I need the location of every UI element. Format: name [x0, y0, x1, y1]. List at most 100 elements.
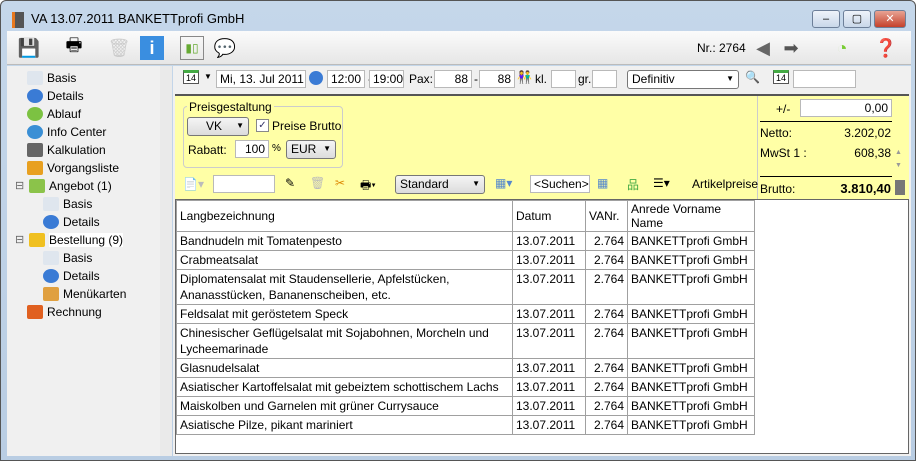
preise-brutto-checkbox[interactable]: ✓	[256, 119, 269, 132]
table-row[interactable]: Chinesischer Geflügelsalat mit Sojabohne…	[176, 323, 755, 359]
new-item-icon[interactable]: 📄▾	[183, 177, 204, 191]
sidebar-item[interactable]: Details	[43, 213, 100, 230]
column-header[interactable]: Datum	[512, 200, 586, 232]
kl-field[interactable]	[551, 70, 576, 88]
comments-icon[interactable]: 💬	[213, 36, 237, 60]
columns-icon[interactable]: ▦▾	[495, 176, 512, 190]
date-field-2[interactable]	[793, 70, 856, 88]
sidebar-item[interactable]: Details	[27, 87, 84, 104]
sidebar-item[interactable]: Basis	[27, 69, 76, 86]
preise-brutto-label: Preise Brutto	[272, 119, 342, 133]
price-type-select[interactable]: VK	[187, 117, 249, 136]
pax-from-field[interactable]: 88	[434, 70, 472, 88]
table-cell: BANKETTprofi GmbH	[627, 415, 755, 435]
totals-scrollbar[interactable]: ▲ ▼	[895, 146, 905, 172]
table-row[interactable]: Maiskolben und Garnelen mit grüner Curry…	[176, 396, 755, 416]
history-clock-icon[interactable]: ◔	[830, 36, 854, 60]
calendar-icon-2[interactable]: 14	[773, 70, 790, 84]
column-header[interactable]: VANr.	[585, 200, 628, 232]
table-row[interactable]: Asiatischer Kartoffelsalat mit gebeiztem…	[176, 377, 755, 397]
table-row[interactable]: Diplomatensalat mit Staudensellerie, Apf…	[176, 269, 755, 305]
print-icon[interactable]: 🖶	[62, 35, 86, 60]
time-to-field[interactable]: 19:00	[369, 70, 404, 88]
forward-arrow-icon[interactable]: ➡	[779, 36, 803, 60]
hierarchy-icon[interactable]: 品	[627, 176, 639, 193]
sidebar-item[interactable]: Menükarten	[43, 285, 126, 302]
status-select[interactable]: Definitiv	[627, 70, 739, 89]
date-dropdown-arrow[interactable]: ▼	[204, 72, 212, 81]
calculator-icon[interactable]	[895, 180, 905, 195]
collapse-toggle-icon[interactable]: ⊟	[15, 233, 24, 246]
table-cell: BANKETTprofi GmbH	[627, 304, 755, 324]
edit-pencil-icon[interactable]: ✎	[285, 176, 295, 190]
record-number: Nr.: 2764	[697, 41, 746, 55]
sidebar-item-label: Basis	[63, 196, 93, 211]
sidebar-item-label: Angebot (1)	[49, 178, 112, 193]
sidebar-item[interactable]: Rechnung	[27, 303, 102, 320]
close-button[interactable]: ✕	[874, 10, 906, 28]
delete-icon[interactable]: 🗑	[107, 36, 131, 60]
table-row[interactable]: Glasnudelsalat 13.07.2011 2.764 BANKETTprof…	[176, 358, 755, 378]
app-window: VA 13.07.2011 BANKETTprofi GmbH – ▢ ✕ 💾 …	[0, 0, 916, 461]
calendar-icon[interactable]: 14	[183, 70, 200, 84]
sidebar-item[interactable]: ⊟ Bestellung (9)	[15, 231, 124, 248]
table-row[interactable]: Crabmeatsalat 13.07.2011 2.764 BANKETTprofi…	[176, 250, 755, 270]
maximize-button[interactable]: ▢	[843, 10, 871, 28]
rabatt-label: Rabatt:	[188, 143, 227, 157]
currency-select[interactable]: EUR	[286, 140, 336, 159]
table-row[interactable]: Bandnudeln mit Tomatenpesto 13.07.2011 2.7…	[176, 231, 755, 251]
tag-icon[interactable]: ✂	[335, 176, 345, 190]
sidebar-item[interactable]: Basis	[43, 249, 92, 266]
event-header-row: 14 ▼ Mi, 13. Jul 2011 12:00 - 19:00 Pax:…	[173, 66, 911, 92]
table-row[interactable]: Asiatische Pilze, pikant mariniert 13.07.…	[176, 415, 755, 435]
export-icon[interactable]: ▦	[597, 176, 608, 190]
sidebar-item[interactable]: Basis	[43, 195, 92, 212]
search-field[interactable]: <Suchen>	[530, 175, 590, 193]
sidebar-item[interactable]: ⊟ Angebot (1)	[15, 177, 112, 194]
children-icon: 👫	[517, 70, 532, 84]
sidebar-item[interactable]: Info Center	[27, 123, 106, 140]
sidebar-item[interactable]: Ablauf	[27, 105, 81, 122]
table-cell: 13.07.2011	[512, 269, 586, 305]
artikelpreise-button[interactable]: Artikelpreise	[692, 177, 758, 191]
time-from-field[interactable]: 12:00	[327, 70, 365, 88]
print-list-icon[interactable]: 🖶▾	[360, 176, 376, 197]
pax-to-field[interactable]: 88	[479, 70, 515, 88]
table-row[interactable]: Feldsalat mit geröstetem Speck 13.07.2011…	[176, 304, 755, 324]
table-cell: 2.764	[585, 269, 628, 305]
rabatt-field[interactable]: 100	[235, 140, 269, 158]
column-header[interactable]: Langbezeichnung	[176, 200, 513, 232]
minimize-button[interactable]: –	[812, 10, 840, 28]
sidebar-item-label: Bestellung (9)	[49, 232, 124, 247]
table-cell: 13.07.2011	[512, 304, 586, 324]
sidebar-item-label: Details	[63, 268, 100, 283]
date-field[interactable]: Mi, 13. Jul 2011	[216, 70, 306, 88]
table-cell: BANKETTprofi GmbH	[627, 377, 755, 397]
sidebar-item[interactable]: Details	[43, 267, 100, 284]
save-icon[interactable]: 💾	[17, 36, 41, 60]
sidebar-item[interactable]: Kalkulation	[27, 141, 106, 158]
basis-icon	[43, 250, 59, 265]
table-cell: Bandnudeln mit Tomatenpesto	[176, 231, 513, 251]
table-cell: BANKETTprofi GmbH	[627, 250, 755, 270]
basis-icon	[43, 196, 59, 211]
collapse-toggle-icon[interactable]: ⊟	[15, 179, 24, 192]
quick-entry-field[interactable]	[213, 175, 275, 193]
settings-list-icon[interactable]: ☰▾	[653, 176, 670, 190]
info-icon[interactable]: i	[140, 36, 164, 60]
column-header[interactable]: Anrede Vorname Name	[627, 200, 755, 232]
delete-item-icon[interactable]: 🗑	[310, 176, 325, 190]
brutto-label: Brutto:	[760, 182, 796, 196]
sidebar-item-label: Vorgangsliste	[47, 160, 120, 175]
basis-icon	[27, 70, 43, 85]
back-arrow-icon[interactable]: ◀	[751, 36, 775, 60]
plusminus-field[interactable]: 0,00	[800, 99, 892, 117]
puzzle-icon	[29, 178, 45, 193]
gr-field[interactable]	[592, 70, 617, 88]
sidebar-scrollbar[interactable]	[160, 66, 172, 456]
layout-icon[interactable]: ▮▯	[180, 36, 204, 60]
view-select[interactable]: Standard	[395, 175, 485, 194]
brutto-value: 3.810,40	[840, 181, 891, 196]
help-book-icon[interactable]: ❓	[874, 36, 898, 60]
sidebar-item[interactable]: Vorgangsliste	[27, 159, 119, 176]
